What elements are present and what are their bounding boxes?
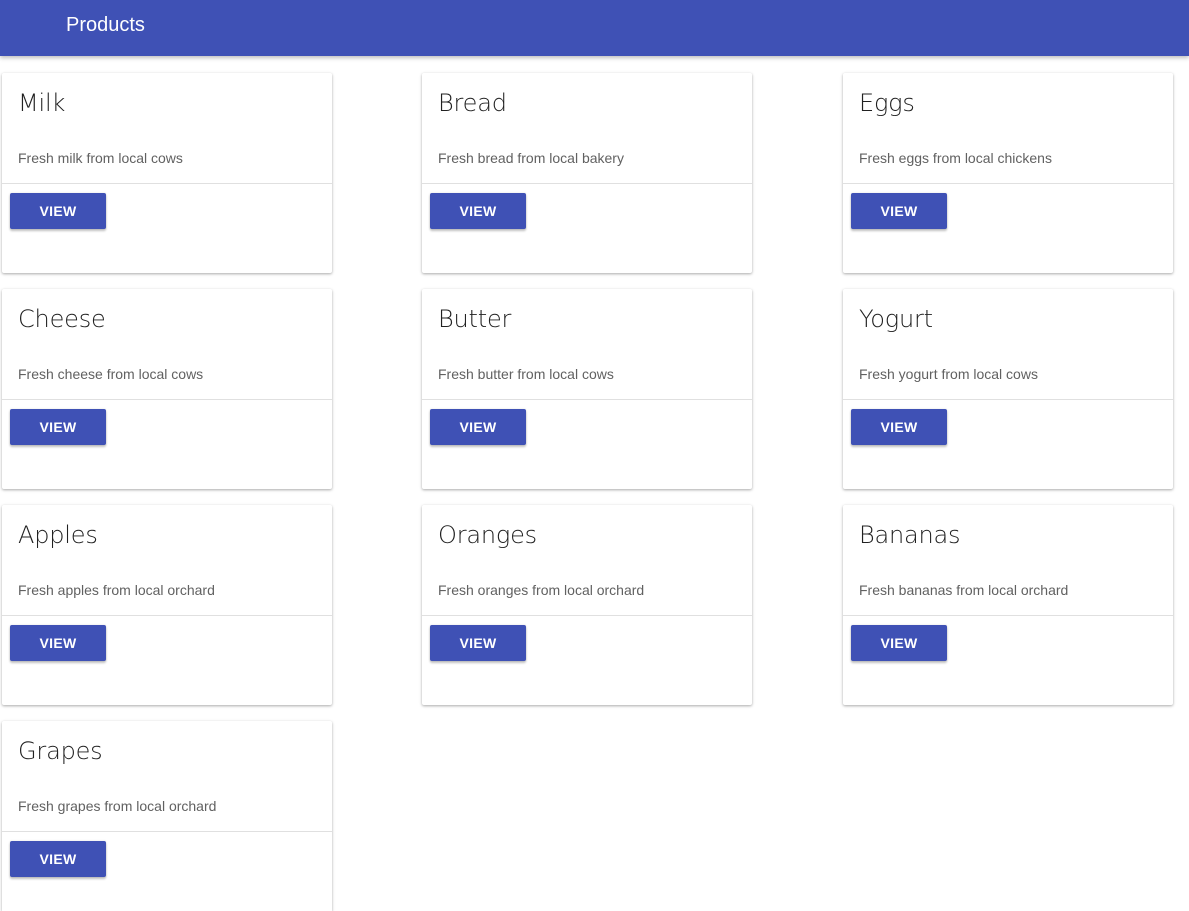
product-description: Fresh apples from local orchard — [18, 582, 215, 598]
view-button[interactable]: VIEW — [851, 625, 947, 661]
product-card: Cheese Fresh cheese from local cows VIEW — [2, 289, 332, 489]
product-title: Eggs — [859, 89, 915, 117]
view-button[interactable]: VIEW — [10, 841, 106, 877]
product-title: Bananas — [859, 521, 961, 549]
card-divider — [843, 399, 1173, 400]
view-button[interactable]: VIEW — [430, 193, 526, 229]
product-title: Butter — [438, 305, 512, 333]
view-button[interactable]: VIEW — [10, 193, 106, 229]
view-button[interactable]: VIEW — [10, 625, 106, 661]
product-title: Oranges — [438, 521, 537, 549]
product-title: Yogurt — [859, 305, 933, 333]
product-title: Grapes — [18, 737, 103, 765]
product-description: Fresh milk from local cows — [18, 150, 183, 166]
product-description: Fresh cheese from local cows — [18, 366, 204, 382]
view-button[interactable]: VIEW — [430, 409, 526, 445]
product-card: Eggs Fresh eggs from local chickens VIEW — [843, 73, 1173, 273]
product-title: Milk — [18, 89, 66, 117]
product-title: Bread — [438, 89, 507, 117]
card-divider — [2, 831, 332, 832]
view-button[interactable]: VIEW — [10, 409, 106, 445]
app-bar: Products — [0, 0, 1189, 56]
product-description: Fresh bananas from local orchard — [859, 582, 1069, 598]
product-card: Bananas Fresh bananas from local orchard… — [843, 505, 1173, 705]
view-button[interactable]: VIEW — [851, 409, 947, 445]
card-divider — [2, 399, 332, 400]
view-button[interactable]: VIEW — [851, 193, 947, 229]
product-description: Fresh bread from local bakery — [438, 150, 624, 166]
card-divider — [422, 615, 752, 616]
card-divider — [422, 183, 752, 184]
product-title: Apples — [18, 521, 98, 549]
card-divider — [843, 615, 1173, 616]
product-card: Butter Fresh butter from local cows VIEW — [422, 289, 752, 489]
product-description: Fresh eggs from local chickens — [859, 150, 1052, 166]
page-title: Products — [66, 14, 145, 36]
product-description: Fresh butter from local cows — [438, 366, 614, 382]
card-divider — [843, 183, 1173, 184]
product-card: Yogurt Fresh yogurt from local cows VIEW — [843, 289, 1173, 489]
card-divider — [422, 399, 752, 400]
product-card: Oranges Fresh oranges from local orchard… — [422, 505, 752, 705]
card-divider — [2, 183, 332, 184]
product-card: Milk Fresh milk from local cows VIEW — [2, 73, 332, 273]
product-card: Apples Fresh apples from local orchard V… — [2, 505, 332, 705]
product-card: Grapes Fresh grapes from local orchard V… — [2, 721, 332, 911]
view-button[interactable]: VIEW — [430, 625, 526, 661]
product-description: Fresh oranges from local orchard — [438, 582, 645, 598]
product-title: Cheese — [18, 305, 106, 333]
card-divider — [2, 615, 332, 616]
product-description: Fresh yogurt from local cows — [859, 366, 1038, 382]
product-card: Bread Fresh bread from local bakery VIEW — [422, 73, 752, 273]
product-description: Fresh grapes from local orchard — [18, 798, 217, 814]
